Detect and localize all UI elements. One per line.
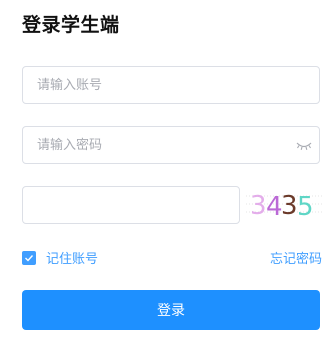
forgot-password-link[interactable]: 忘记密码 xyxy=(270,248,322,267)
password-field[interactable] xyxy=(22,126,320,164)
account-field[interactable] xyxy=(22,66,320,104)
captcha-field[interactable] xyxy=(22,186,240,224)
eye-closed-icon[interactable] xyxy=(295,138,313,152)
remember-label: 记住账号 xyxy=(46,252,99,267)
password-input[interactable] xyxy=(23,127,319,163)
remember-account[interactable]: 记住账号 xyxy=(22,248,98,267)
svg-text:3: 3 xyxy=(281,191,298,221)
svg-text:5: 5 xyxy=(297,192,314,222)
captcha-image[interactable]: 3 4 3 5 xyxy=(246,184,322,224)
account-input[interactable] xyxy=(23,67,319,103)
svg-text:3: 3 xyxy=(250,191,267,221)
captcha-input[interactable] xyxy=(23,187,239,223)
login-button[interactable]: 登录 xyxy=(22,290,320,330)
remember-checkbox[interactable] xyxy=(22,250,36,265)
check-icon xyxy=(25,254,34,262)
page-title: 登录学生端 xyxy=(22,14,120,36)
